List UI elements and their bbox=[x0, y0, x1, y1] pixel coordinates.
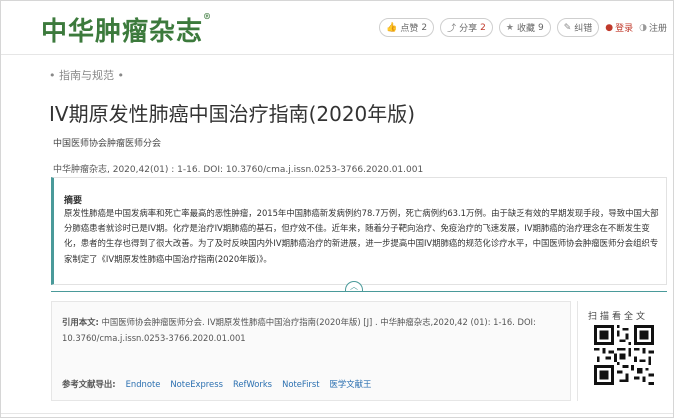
export-row: 参考文献导出: Endnote NoteExpress RefWorks Not… bbox=[62, 378, 371, 390]
export-endnote-link[interactable]: Endnote bbox=[126, 379, 161, 389]
user-icon: ● bbox=[605, 22, 614, 33]
register-label: 注册 bbox=[648, 24, 667, 34]
star-icon: ★ bbox=[505, 22, 514, 33]
share-count: 2 bbox=[480, 22, 486, 33]
export-refworks-link[interactable]: RefWorks bbox=[233, 379, 272, 389]
share-button[interactable]: ⤴ 分享 2 bbox=[440, 18, 493, 37]
journal-logo[interactable]: 中华肿瘤杂志® bbox=[41, 11, 212, 48]
qr-label: 扫描看全文 bbox=[588, 312, 649, 322]
like-label: 点赞 bbox=[400, 24, 419, 34]
chevron-up-icon: ︿ bbox=[350, 282, 358, 291]
login-link[interactable]: ● 登录 bbox=[605, 21, 634, 35]
like-count: 2 bbox=[421, 22, 428, 33]
section-tag: • 指南与规范 • bbox=[49, 69, 124, 82]
favorite-button[interactable]: ★ 收藏 9 bbox=[498, 18, 551, 37]
article-actions: 👍 点赞 2 ⤴ 分享 2 ★ 收藏 9 ✎ 纠错 ● 登录 ◑ 注册 bbox=[379, 18, 667, 37]
page-title: IV期原发性肺癌中国治疗指南(2020年版) bbox=[49, 102, 416, 126]
journal-citation-line: 中华肿瘤杂志, 2020,42(01) : 1-16. DOI: 10.3760… bbox=[53, 165, 424, 175]
export-label: 参考文献导出: bbox=[62, 379, 116, 389]
correction-label: 纠错 bbox=[574, 24, 593, 34]
abstract-heading: 摘要 bbox=[64, 196, 83, 206]
site-header: 中华肿瘤杂志® 👍 点赞 2 ⤴ 分享 2 ★ 收藏 9 ✎ 纠错 ● 登录 ◑… bbox=[1, 1, 673, 55]
export-yixuewenxianwang-link[interactable]: 医学文献王 bbox=[330, 378, 372, 390]
login-label: 登录 bbox=[615, 24, 634, 34]
cite-label: 引用本文: bbox=[62, 317, 99, 327]
share-label: 分享 bbox=[459, 24, 478, 34]
qr-panel: 扫描看全文 bbox=[577, 301, 667, 401]
cite-text-block: 引用本文: 中国医师协会肿瘤医师分会. IV期原发性肺癌中国治疗指南(2020年… bbox=[62, 314, 562, 346]
favorite-count: 9 bbox=[537, 22, 544, 33]
qr-code-icon[interactable] bbox=[594, 325, 654, 385]
export-notefirst-link[interactable]: NoteFirst bbox=[282, 379, 319, 389]
abstract-panel: 摘要 原发性肺癌是中国发病率和死亡率最高的恶性肿瘤，2015年中国肺癌新发病例约… bbox=[51, 177, 667, 285]
bottom-divider bbox=[1, 413, 673, 414]
abstract-text: 原发性肺癌是中国发病率和死亡率最高的恶性肿瘤，2015年中国肺癌新发病例约78.… bbox=[64, 208, 659, 264]
share-icon: ⤴ bbox=[447, 24, 457, 34]
cite-text: 中国医师协会肿瘤医师分会. IV期原发性肺癌中国治疗指南(2020年版) [J]… bbox=[62, 317, 536, 343]
abstract-divider bbox=[51, 291, 667, 292]
like-button[interactable]: 👍 点赞 2 bbox=[379, 18, 435, 37]
export-noteexpress-link[interactable]: NoteExpress bbox=[170, 379, 223, 389]
correction-button[interactable]: ✎ 纠错 bbox=[556, 18, 600, 37]
edit-icon: ✎ bbox=[563, 22, 572, 33]
logo-text: 中华肿瘤杂志 bbox=[41, 17, 204, 47]
register-link[interactable]: ◑ 注册 bbox=[639, 21, 667, 35]
favorite-label: 收藏 bbox=[516, 24, 535, 34]
article-author[interactable]: 中国医师协会肿瘤医师分会 bbox=[53, 136, 161, 149]
register-icon: ◑ bbox=[639, 22, 647, 33]
thumbs-up-icon: 👍 bbox=[386, 22, 398, 33]
cite-panel: 引用本文: 中国医师协会肿瘤医师分会. IV期原发性肺癌中国治疗指南(2020年… bbox=[51, 301, 571, 401]
logo-registered-mark: ® bbox=[203, 11, 213, 21]
